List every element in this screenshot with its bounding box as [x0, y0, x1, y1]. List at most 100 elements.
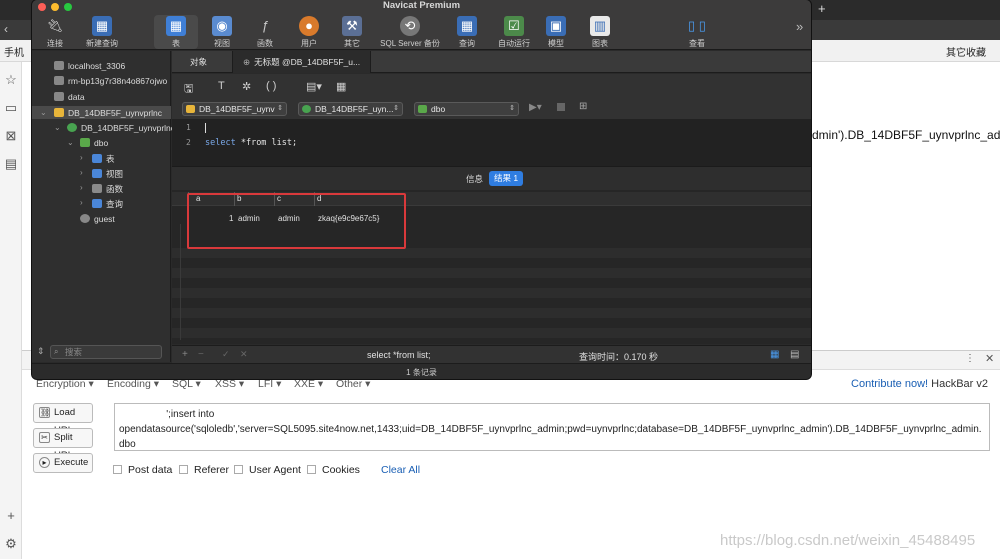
save-icon[interactable]: 🖫︎ [184, 80, 193, 99]
toolbar-function[interactable]: ƒ 函数 [242, 16, 288, 49]
toolbar-table[interactable]: ▦ 表 [154, 15, 198, 49]
tree-item-rm[interactable]: rm-bp13g7r38n4o867ojwo [54, 76, 167, 86]
toolbar-chart[interactable]: ▥ 图表 [577, 16, 623, 49]
bookmark-mobile[interactable]: 手机 [4, 44, 24, 59]
toolbar-backup[interactable]: ⟲ SQL Server 备份 [377, 16, 443, 49]
tree-label: dbo [94, 138, 109, 148]
back-icon[interactable]: ‹ [4, 22, 8, 36]
discard-icon[interactable]: ✕ [240, 349, 248, 360]
url-textarea[interactable]: ';insert into opendatasource('sqloledb',… [114, 403, 990, 451]
window-title: Navicat Premium [382, 0, 461, 11]
tree-item-data[interactable]: data [54, 92, 85, 102]
box-icon[interactable]: ⊠ [3, 128, 19, 144]
parentheses-icon[interactable]: ( ) [266, 80, 276, 92]
toolbar-other[interactable]: ⚒ 其它 [329, 16, 375, 49]
user-agent-checkbox[interactable]: User Agent [234, 464, 301, 476]
chevron-down-icon[interactable]: ⌄ [54, 123, 61, 132]
chevron-right-icon[interactable]: › [80, 168, 83, 177]
referer-checkbox[interactable]: Referer [179, 464, 229, 476]
tree-item-tables[interactable]: 表 [92, 153, 115, 165]
tab-info[interactable]: 信息 [466, 173, 483, 185]
tab-query[interactable]: ⊕ 无标题 @DB_14DBF5F_u... [232, 51, 372, 73]
export-icon[interactable]: ▦ [336, 80, 346, 93]
connection-select[interactable]: DB_14DBF5F_uynv ⇕ [182, 102, 287, 116]
browser-side-rail: ☆ ▭ ⊠ ▤ + ⚙ [0, 62, 22, 559]
toolbar-new-query[interactable]: ▦ 新建查询 [72, 16, 132, 49]
tree-item-queries[interactable]: 查询 [92, 198, 123, 210]
chevron-down-icon[interactable]: ⌄ [67, 138, 74, 147]
add-icon[interactable]: + [3, 508, 19, 524]
format-icon[interactable]: T [218, 80, 225, 92]
tab-objects[interactable]: 对象 [190, 51, 207, 73]
clear-all-link[interactable]: Clear All [381, 464, 420, 476]
menu-other[interactable]: Other ▾ [336, 378, 370, 390]
checkbox-box[interactable] [113, 465, 122, 474]
tree-item-db-connection[interactable]: DB_14DBF5F_uynvprlnc [54, 108, 162, 118]
database-select[interactable]: DB_14DBF5F_uyn... ⇕ [298, 102, 403, 116]
apply-icon[interactable]: ✓ [222, 349, 230, 360]
menu-encoding[interactable]: Encoding ▾ [107, 378, 159, 390]
menu-lfi[interactable]: LFI ▾ [258, 378, 281, 390]
connection-icon [54, 61, 64, 70]
menu-encryption[interactable]: Encryption ▾ [36, 378, 94, 390]
automation-icon: ☑ [504, 16, 524, 36]
tab-result-1[interactable]: 结果 1 [489, 171, 524, 186]
more-icon[interactable]: ⋮ [965, 353, 975, 364]
add-row-icon[interactable]: + [182, 349, 188, 360]
toolbar-view[interactable]: ◉ 视图 [199, 16, 245, 49]
contribute-link[interactable]: Contribute now! [851, 378, 928, 390]
menu-xxe[interactable]: XXE ▾ [294, 378, 323, 390]
stop-icon[interactable] [557, 103, 565, 111]
load-url-button[interactable]: ⛓Load URL [33, 403, 93, 436]
snippet-icon[interactable]: ▤▾ [306, 80, 322, 93]
tree-item-guest[interactable]: guest [80, 214, 115, 224]
settings-icon[interactable]: ⚙ [3, 536, 19, 552]
toolbar-user[interactable]: ● 用户 [286, 16, 332, 49]
connection-icon [54, 76, 64, 85]
sql-editor[interactable]: 1 2 select *from list; [172, 120, 811, 166]
grid-view-icon[interactable]: ▦ [770, 349, 779, 360]
sidebar-search-input[interactable]: ⌕ 搜索 [50, 345, 162, 359]
tree-label: localhost_3306 [68, 61, 126, 71]
tree-item-database[interactable]: DB_14DBF5F_uynvprlnc [67, 123, 175, 133]
checkbox-box[interactable] [179, 465, 188, 474]
run-icon[interactable]: ▶▾ [529, 102, 542, 113]
chevron-right-icon[interactable]: › [80, 183, 83, 192]
toolbar-model[interactable]: ▣ 模型 [533, 16, 579, 49]
execute-button[interactable]: ▸ Execute [33, 453, 93, 473]
new-tab-icon[interactable]: + [818, 1, 826, 16]
menu-xss[interactable]: XSS ▾ [215, 378, 244, 390]
post-data-checkbox[interactable]: Post data [113, 464, 172, 476]
tree-item-views[interactable]: 视图 [92, 168, 123, 180]
empty-row [172, 328, 811, 338]
schema-select[interactable]: dbo ⇕ [414, 102, 519, 116]
close-icon[interactable]: ✕ [985, 352, 994, 365]
form-view-icon[interactable]: ▤ [790, 349, 799, 360]
tree-item-schema-dbo[interactable]: dbo [80, 138, 108, 148]
tree-item-localhost[interactable]: localhost_3306 [54, 61, 125, 71]
document-icon[interactable]: ▤ [3, 156, 19, 172]
tree-item-functions[interactable]: 函数 [92, 183, 123, 195]
star-icon[interactable]: ☆ [3, 72, 19, 88]
checkbox-box[interactable] [234, 465, 243, 474]
toolbar-view-toggle[interactable]: ▯ ▯ 查看 [672, 16, 722, 49]
toolbar-overflow-icon[interactable]: » [796, 19, 803, 34]
chevron-right-icon[interactable]: › [80, 198, 83, 207]
chevron-updown-icon: ⇕ [277, 105, 283, 112]
checkbox-box[interactable] [307, 465, 316, 474]
cookies-checkbox[interactable]: Cookies [307, 464, 360, 476]
beautify-icon[interactable]: ✲ [242, 80, 251, 93]
toolbar-query[interactable]: ▦ 查询 [444, 16, 490, 49]
bookmark-other[interactable]: 其它收藏 [946, 44, 986, 59]
sql-code: select *from list; [205, 138, 297, 148]
sort-icon[interactable]: ⇕ [37, 346, 45, 357]
chevron-right-icon[interactable]: › [80, 153, 83, 162]
chevron-down-icon[interactable]: ⌄ [40, 108, 47, 117]
menu-sql[interactable]: SQL ▾ [172, 378, 201, 390]
split-url-button[interactable]: ✂Split URL [33, 428, 93, 461]
explain-icon[interactable]: ⊞ [579, 101, 587, 112]
query-tab-icon: ⊕ [243, 57, 251, 67]
book-icon[interactable]: ▭ [3, 100, 19, 116]
toolbar-automation[interactable]: ☑ 自动运行 [489, 16, 539, 49]
remove-row-icon[interactable]: − [198, 349, 204, 360]
